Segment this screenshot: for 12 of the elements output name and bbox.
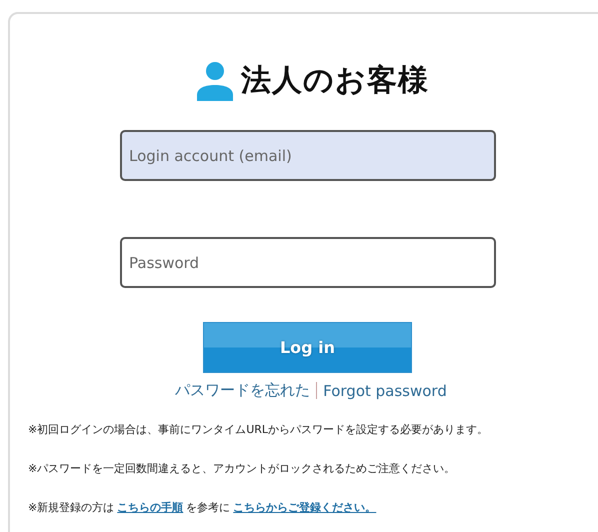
notice-text: ※初回ログインの場合は、事前にワンタイムURLからパスワードを設定する必要があります。 bbox=[28, 422, 490, 438]
login-button[interactable]: Log in bbox=[203, 322, 412, 373]
page-title: 法人のお客様 bbox=[241, 62, 429, 100]
forgot-password-link[interactable]: パスワードを忘れた bbox=[175, 381, 310, 400]
link[interactable]: こちらの手順 bbox=[117, 501, 184, 514]
link[interactable]: こちらからご登録ください。 bbox=[233, 501, 376, 514]
forgot-password-link[interactable]: Forgot password bbox=[323, 382, 447, 400]
password-field[interactable]: Password bbox=[120, 237, 496, 288]
email-field[interactable]: Login account (email) bbox=[120, 130, 496, 181]
notice-text: ※新規登録の方は こちらの手順 を参考に こちらからご登録ください。 bbox=[28, 500, 378, 516]
person-icon bbox=[197, 60, 233, 100]
notice-text: ※パスワードを一定回数間違えると、アカウントがロックされるためご注意ください。 bbox=[28, 461, 456, 477]
